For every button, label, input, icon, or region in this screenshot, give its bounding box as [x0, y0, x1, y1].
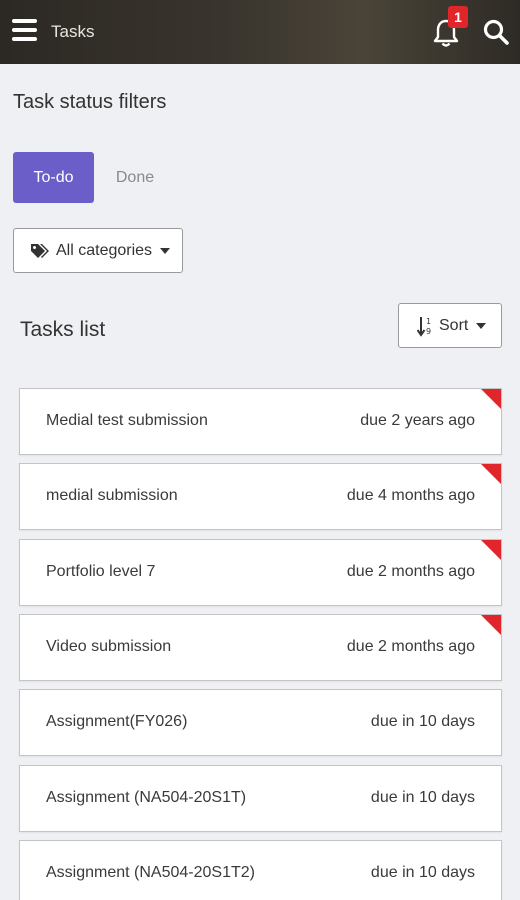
task-due-date: due in 10 days [370, 789, 475, 806]
overdue-corner-marker [481, 389, 501, 409]
categories-label: All categories [56, 241, 153, 259]
task-card[interactable]: Video submission due 2 months ago [19, 614, 502, 681]
svg-text:9: 9 [426, 327, 431, 336]
task-card[interactable]: Assignment(FY026) due in 10 days [19, 689, 502, 756]
sort-button[interactable]: 1 9 Sort [398, 303, 502, 348]
task-due-date: due in 10 days [370, 864, 475, 881]
task-name: Medial test submission [46, 412, 208, 429]
categories-dropdown[interactable]: All categories [13, 228, 183, 273]
task-due-date: due 2 years ago [360, 412, 475, 429]
svg-text:1: 1 [426, 317, 431, 326]
task-name: medial submission [46, 487, 178, 504]
notification-badge: 1 [448, 6, 468, 28]
hamburger-icon [12, 19, 37, 23]
task-name: Assignment(FY026) [46, 713, 188, 730]
task-name: Portfolio level 7 [46, 563, 156, 580]
tab-done[interactable]: Done [100, 152, 170, 203]
app-title: Tasks [51, 22, 95, 41]
task-due-date: due 2 months ago [346, 563, 475, 580]
task-name: Video submission [46, 638, 172, 655]
sort-numeric-icon: 1 9 [417, 316, 431, 337]
hamburger-menu-button[interactable] [12, 19, 38, 45]
sort-label: Sort [439, 316, 469, 334]
tasks-list-heading: Tasks list [20, 318, 106, 341]
overdue-corner-marker [481, 464, 501, 484]
search-button[interactable] [482, 18, 510, 46]
task-card[interactable]: Medial test submission due 2 years ago [19, 388, 502, 455]
task-name: Assignment (NA504-20S1T) [46, 789, 247, 806]
task-due-date: due 2 months ago [346, 638, 475, 655]
task-card[interactable]: Assignment (NA504-20S1T2) due in 10 days [19, 840, 502, 900]
task-card[interactable]: Portfolio level 7 due 2 months ago [19, 539, 502, 606]
task-card[interactable]: medial submission due 4 months ago [19, 463, 502, 530]
overdue-corner-marker [481, 615, 501, 635]
hamburger-icon-bar [12, 28, 37, 32]
top-app-bar: Tasks 1 [0, 0, 520, 64]
caret-down-icon [476, 322, 487, 329]
overdue-corner-marker [481, 540, 501, 560]
task-name: Assignment (NA504-20S1T2) [46, 864, 255, 881]
task-due-date: due in 10 days [370, 713, 475, 730]
task-card[interactable]: Assignment (NA504-20S1T) due in 10 days [19, 765, 502, 832]
tab-todo[interactable]: To-do [13, 152, 94, 203]
hamburger-icon-bar [12, 37, 37, 41]
search-icon [483, 19, 509, 45]
task-due-date: due 4 months ago [346, 487, 475, 504]
filters-heading: Task status filters [13, 91, 167, 113]
caret-down-icon [160, 247, 171, 254]
tags-icon [31, 243, 49, 258]
